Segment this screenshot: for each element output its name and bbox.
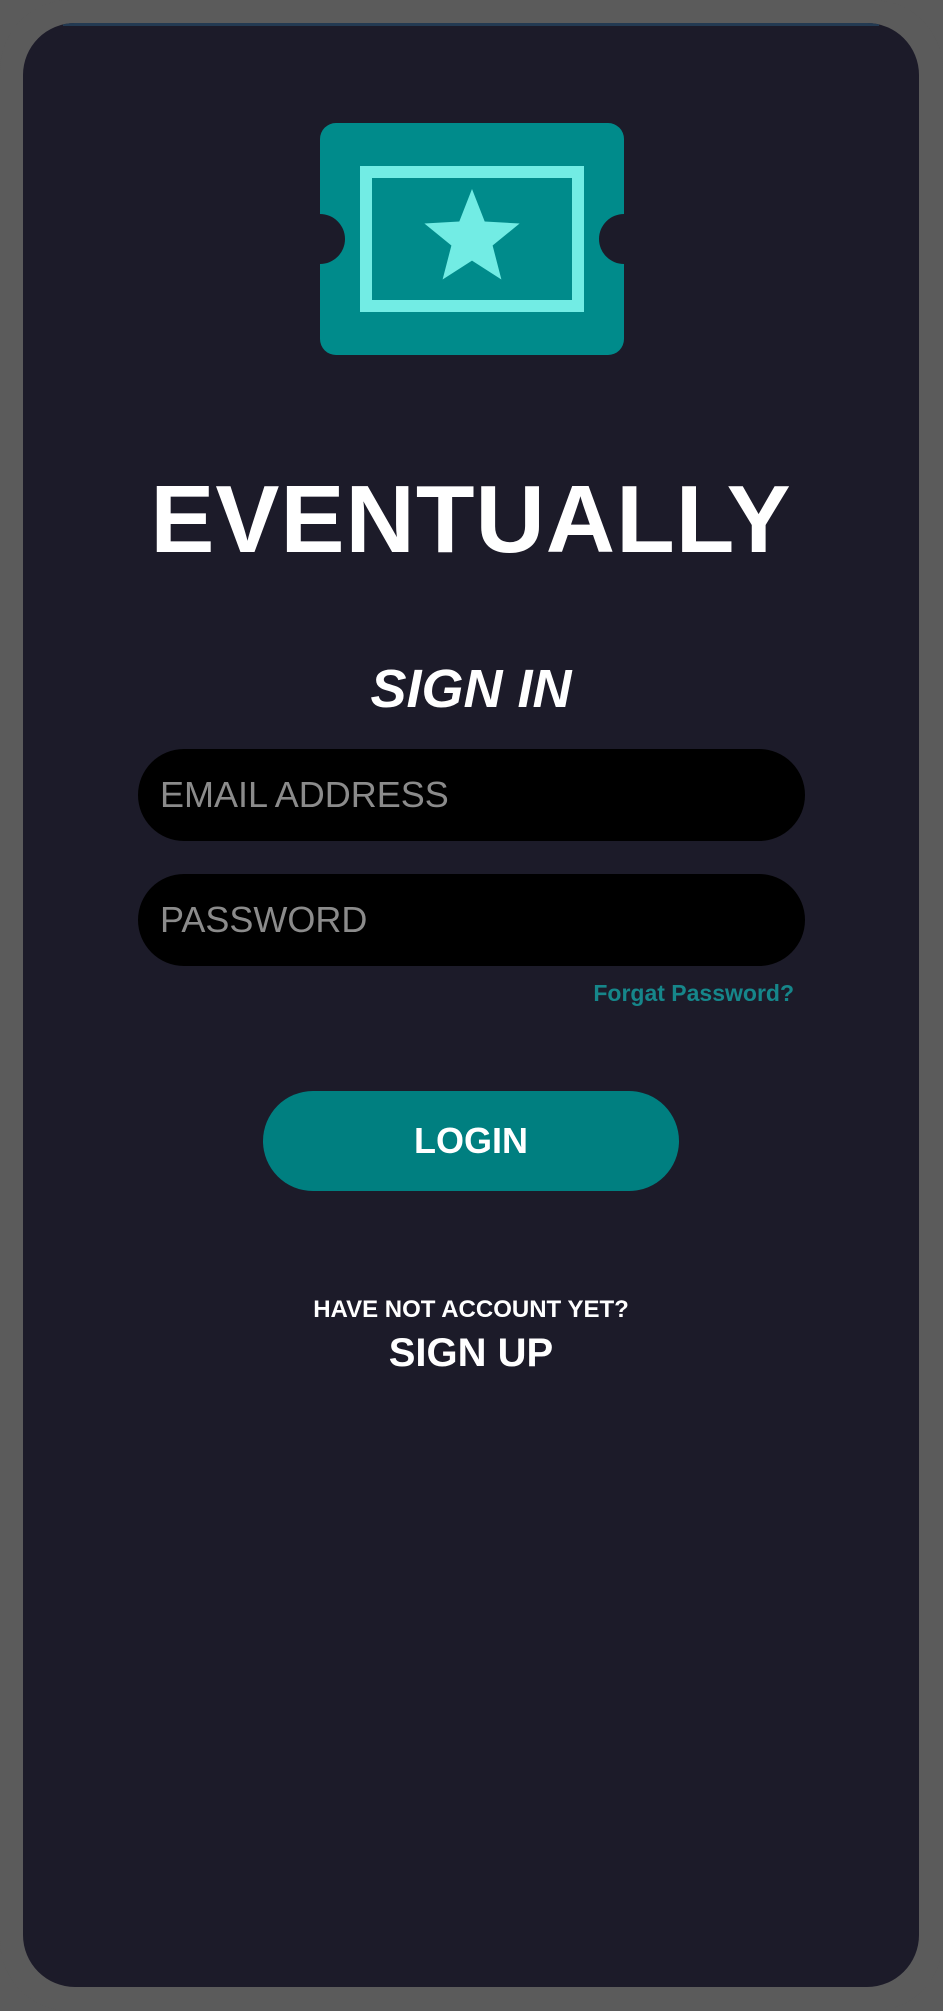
app-screen: EVENTUALLY SIGN IN Forgat Password? LOGI… xyxy=(23,23,919,1987)
device-frame: EVENTUALLY SIGN IN Forgat Password? LOGI… xyxy=(0,0,943,2011)
password-field[interactable] xyxy=(138,874,805,966)
sign-in-heading: SIGN IN xyxy=(370,659,572,719)
password-input[interactable] xyxy=(160,874,783,966)
ticket-star-icon xyxy=(320,123,624,355)
sign-up-link[interactable]: SIGN UP xyxy=(373,1328,569,1378)
email-input[interactable] xyxy=(160,749,783,841)
app-title: EVENTUALLY xyxy=(150,466,792,573)
no-account-prompt: HAVE NOT ACCOUNT YET? xyxy=(313,1296,629,1323)
email-field[interactable] xyxy=(138,749,805,841)
login-button[interactable]: LOGIN xyxy=(263,1091,679,1191)
forgot-password-link[interactable]: Forgat Password? xyxy=(593,978,794,1008)
status-bar-line xyxy=(63,23,879,26)
